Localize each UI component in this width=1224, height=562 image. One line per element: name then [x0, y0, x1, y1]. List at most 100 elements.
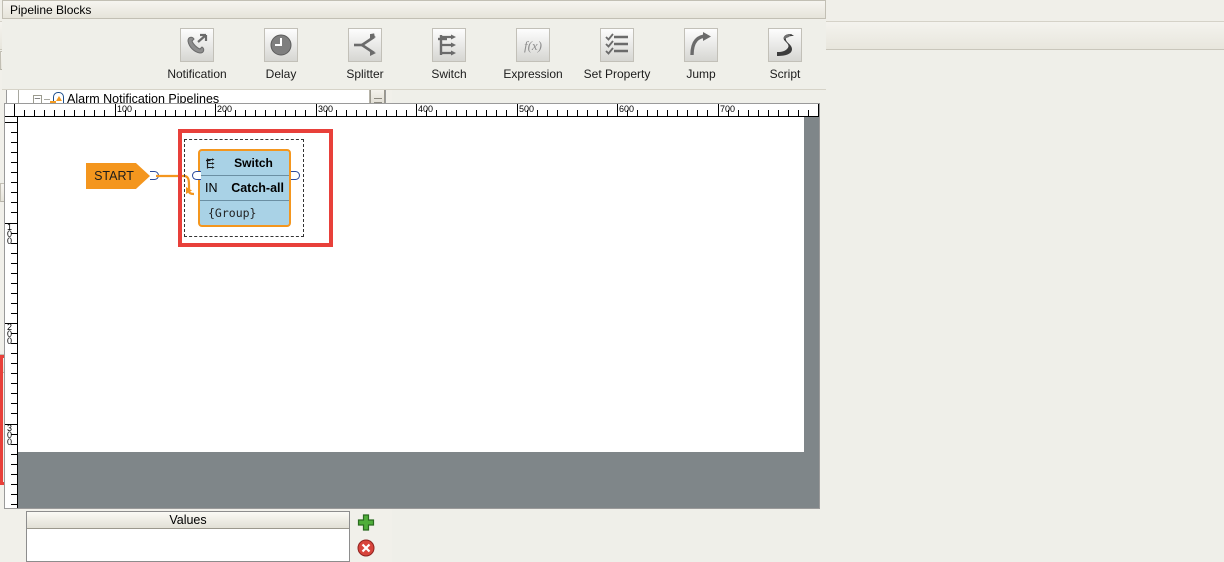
ruler-minor-tick [11, 444, 17, 445]
ruler-minor-tick [11, 303, 17, 304]
ruler-minor-tick [11, 253, 17, 254]
ruler-minor-tick [11, 283, 17, 284]
palette-item-jump[interactable]: Jump [670, 20, 732, 81]
canvas-shadow-right [804, 117, 819, 508]
ruler-tick-label: 800 [818, 104, 819, 114]
horizontal-ruler: 100 200 300 400 500 600 700 800 [5, 104, 819, 117]
ruler-minor-tick [94, 110, 95, 116]
palette-item-label: Splitter [346, 67, 384, 81]
ruler-minor-tick [265, 110, 266, 116]
jump-arrow-icon [684, 28, 718, 62]
values-column-header[interactable]: Values [27, 512, 349, 529]
palette-item-set-property[interactable]: Set Property [583, 20, 651, 81]
ruler-minor-tick [155, 110, 156, 116]
add-icon[interactable] [356, 513, 376, 533]
ruler-minor-tick [11, 172, 17, 173]
vertical-ruler: 100 200 300 [5, 117, 18, 508]
ruler-minor-tick [426, 110, 427, 116]
delete-icon[interactable] [356, 538, 376, 558]
ruler-minor-tick [336, 110, 337, 116]
ruler-minor-tick [697, 110, 698, 116]
ruler-tick-label: 300 [318, 104, 334, 114]
ruler-minor-tick [366, 110, 367, 116]
ruler-minor-tick [104, 110, 105, 116]
ruler-minor-tick [647, 110, 648, 116]
ruler-minor-tick [305, 110, 306, 116]
ruler-minor-tick [356, 110, 357, 116]
ruler-minor-tick [376, 110, 377, 116]
ruler-minor-tick [577, 110, 578, 116]
ruler-minor-tick [11, 413, 17, 414]
ruler-minor-tick [54, 110, 55, 116]
ruler-minor-tick [677, 110, 678, 116]
palette-item-switch[interactable]: Switch [418, 20, 480, 81]
ruler-minor-tick [486, 110, 487, 116]
ruler-tick-label: 700 [720, 104, 736, 114]
ruler-minor-tick [597, 110, 598, 116]
palette-item-script[interactable]: Script [754, 20, 816, 81]
ruler-tick-label: 500 [519, 104, 535, 114]
ruler-minor-tick [326, 110, 327, 116]
ruler-minor-tick [728, 110, 729, 116]
pipeline-canvas[interactable]: START Switch IN Catch-all {Group} [18, 117, 819, 508]
palette-item-label: Script [769, 67, 801, 81]
ruler-minor-tick [637, 110, 638, 116]
ruler-minor-tick [11, 403, 17, 404]
ruler-minor-tick [11, 373, 17, 374]
ruler-minor-tick [11, 474, 17, 475]
ruler-minor-tick [165, 110, 166, 116]
palette-item-delay[interactable]: Delay [250, 20, 312, 81]
palette-item-expression[interactable]: f(x) Expression [502, 20, 564, 81]
palette-item-label: Set Property [583, 67, 651, 81]
ruler-minor-tick [11, 273, 17, 274]
ruler-minor-tick [346, 110, 347, 116]
pipeline-canvas-frame: 100 200 300 400 500 600 700 800 100 200 300 START [4, 103, 820, 509]
palette-item-splitter[interactable]: Splitter [334, 20, 396, 81]
ruler-minor-tick [466, 110, 467, 116]
ruler-minor-tick [11, 243, 17, 244]
ruler-minor-tick [768, 110, 769, 116]
palette-item-label: Notification [167, 67, 227, 81]
ruler-minor-tick [11, 494, 17, 495]
ruler-minor-tick [687, 110, 688, 116]
ruler-minor-tick [11, 353, 17, 354]
ruler-minor-tick [11, 393, 17, 394]
ruler-minor-tick [11, 152, 17, 153]
ruler-minor-tick [11, 313, 17, 314]
ruler-minor-tick [145, 110, 146, 116]
ruler-minor-tick [185, 110, 186, 116]
ruler-minor-tick [11, 233, 17, 234]
canvas-shadow-bottom [18, 452, 819, 508]
ruler-minor-tick [34, 110, 35, 116]
ruler-minor-tick [245, 110, 246, 116]
ruler-minor-tick [295, 110, 296, 116]
ruler-minor-tick [11, 202, 17, 203]
ruler-minor-tick [808, 110, 809, 116]
palette-item-label: Jump [686, 67, 716, 81]
ruler-minor-tick [195, 110, 196, 116]
ruler-minor-tick [24, 110, 25, 116]
ruler-major-tick [5, 122, 17, 123]
start-node[interactable]: START [86, 163, 150, 189]
ruler-minor-tick [386, 110, 387, 116]
palette-item-notification[interactable]: Notification [166, 20, 228, 81]
ruler-tick-label: 600 [619, 104, 635, 114]
ruler-minor-tick [537, 110, 538, 116]
ruler-minor-tick [11, 484, 17, 485]
values-table[interactable]: Values [26, 511, 350, 562]
ruler-tick-label: 200 [217, 104, 233, 114]
ruler-minor-tick [11, 343, 17, 344]
ruler-minor-tick [235, 110, 236, 116]
ruler-minor-tick [11, 162, 17, 163]
notification-icon [180, 28, 214, 62]
pipeline-blocks-title-bar: Pipeline Blocks [2, 0, 826, 19]
ruler-minor-tick [74, 110, 75, 116]
palette-item-label: Expression [503, 67, 563, 81]
ruler-minor-tick [436, 110, 437, 116]
ruler-minor-tick [64, 110, 65, 116]
ruler-minor-tick [748, 110, 749, 116]
delay-clock-icon [264, 28, 298, 62]
ruler-tick-label: 300 [6, 423, 12, 447]
ruler-minor-tick [44, 110, 45, 116]
ruler-minor-tick [557, 110, 558, 116]
